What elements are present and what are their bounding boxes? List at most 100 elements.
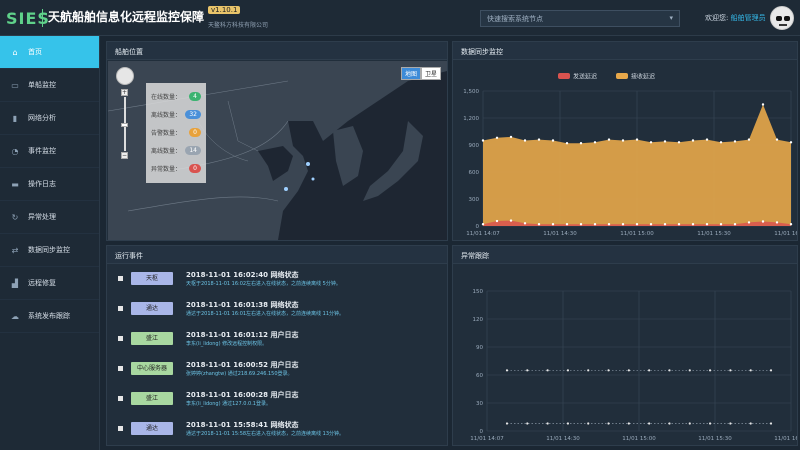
signal-icon: ▟ (11, 278, 19, 288)
sidebar-item-label: 数据同步监控 (28, 246, 70, 254)
app-logo[interactable]: SIES (6, 9, 50, 28)
legend-count-badge: 4 (189, 91, 201, 101)
event-title: 2018-11-01 16:00:52 用户日志 (186, 361, 299, 369)
map-type-option[interactable]: 地图 (400, 67, 421, 80)
event-tag[interactable]: 通达 (131, 302, 173, 315)
sidebar-item-0[interactable]: ⌂ 首页 (0, 36, 99, 69)
series-point (587, 369, 590, 372)
chevron-down-icon: ▾ (669, 14, 673, 22)
map-type-toggle[interactable]: 地图 卫星 (400, 67, 441, 80)
y-tick-label: 0 (476, 224, 480, 230)
sidebar-item-8[interactable]: ☁ 系统发布跟踪 (0, 300, 99, 333)
map-pan-control[interactable] (116, 67, 134, 85)
y-tick-label: 0 (480, 429, 484, 435)
event-title: 2018-11-01 16:01:38 网络状态 (186, 301, 299, 309)
username-link[interactable]: 船舶管理员 (731, 14, 766, 22)
series-point (705, 138, 709, 141)
series-point (481, 139, 485, 142)
sidebar-item-6[interactable]: ⇄ 数据同步监控 (0, 234, 99, 267)
x-tick-label: 11/01 15:30 (698, 436, 732, 442)
event-title: 2018-11-01 15:58:41 网络状态 (186, 421, 299, 429)
series-point (495, 136, 499, 139)
series-point (627, 369, 630, 372)
sidebar-item-3[interactable]: ◔ 事件监控 (0, 135, 99, 168)
event-row[interactable]: 通达 2018-11-01 16:01:38 网络状态 通达于2018-11-01 … (108, 298, 448, 320)
series-point (747, 138, 751, 141)
avatar[interactable] (770, 6, 794, 30)
event-desc: 通达于2018-11-01 15:58左右进入在线状态，之前连续离线 13分钟。 (186, 431, 345, 437)
event-bullet-icon (118, 276, 123, 281)
series-point (668, 369, 671, 372)
series-point (761, 103, 765, 106)
x-tick-label: 11/01 16:00 (774, 231, 797, 237)
series-point (607, 138, 611, 141)
avatar-eye-right (784, 16, 790, 21)
y-tick-label: 150 (473, 289, 484, 295)
zoom-slider-knob[interactable] (121, 123, 128, 127)
series-point (537, 138, 541, 141)
monitor-icon: ▭ (11, 80, 19, 90)
legend-label: 接收延迟 (631, 73, 655, 81)
ship-map[interactable]: + − 地图 卫星 在线数量： 4 离线数量： 32 告警数量： 0 离线数量： 14 异常数量：… (108, 61, 447, 240)
y-tick-label: 600 (469, 170, 480, 176)
series-point (729, 422, 732, 425)
series-point (495, 219, 499, 223)
series-point (566, 369, 570, 372)
event-tag[interactable]: 通达 (131, 422, 173, 435)
map-type-option[interactable]: 卫星 (420, 67, 441, 80)
zoom-in-button[interactable]: + (121, 89, 128, 96)
legend-label: 异常数量： (151, 165, 182, 173)
welcome-text: 欢迎您: 船舶管理员 (705, 13, 766, 23)
sidebar-item-label: 网络分析 (28, 114, 56, 122)
sync-monitor-title: 数据同步监控 (453, 42, 797, 60)
series-point (677, 141, 681, 144)
sidebar-item-5[interactable]: ↻ 异常处理 (0, 201, 99, 234)
event-row[interactable]: 盛江 2018-11-01 16:01:12 用户日志 李东(li_lidong) … (108, 328, 448, 350)
x-tick-label: 11/01 14:30 (546, 436, 580, 442)
event-row[interactable]: 中心服务器 2018-11-01 16:00:52 用户日志 张婷婷(zhangtw… (108, 358, 448, 380)
series-point (789, 141, 793, 144)
anomaly-title: 异常跟踪 (453, 246, 797, 264)
series-point (526, 422, 529, 425)
zoom-out-button[interactable]: − (121, 152, 128, 159)
x-tick-label: 11/01 16:00 (774, 436, 797, 442)
series-point (523, 222, 527, 225)
series-point (587, 422, 590, 425)
series-point (747, 221, 751, 224)
sidebar-item-label: 操作日志 (28, 180, 56, 188)
sidebar-item-2[interactable]: ▮ 网络分析 (0, 102, 99, 135)
event-row[interactable]: 天枢 2018-11-01 16:02:40 网络状态 天枢于2018-11-01 … (108, 268, 448, 290)
event-row[interactable]: 盛江 2018-11-01 16:00:28 用户日志 李东(li_lidong) … (108, 388, 448, 410)
event-desc: 李东(li_lidong) 通过127.0.0.1登录。 (186, 401, 271, 407)
series-point (775, 221, 779, 224)
series-point (691, 223, 695, 226)
top-bar: SIES 天航船舶信息化远程监控保障 v1.10.1 天鳌科方科技有限公司 快速… (0, 0, 800, 36)
cloud-icon: ☁ (11, 311, 19, 321)
series-point (663, 223, 667, 226)
series-point (537, 223, 541, 226)
sidebar-item-1[interactable]: ▭ 单船监控 (0, 69, 99, 102)
legend-row: 离线数量： 32 (151, 105, 201, 123)
y-tick-label: 90 (476, 345, 483, 351)
event-tag[interactable]: 中心服务器 (131, 362, 173, 375)
node-search-select[interactable]: 快速搜索系统节点 ▾ (480, 10, 680, 27)
series-point (546, 422, 549, 425)
event-tag[interactable]: 天枢 (131, 272, 173, 285)
event-tag[interactable]: 盛江 (131, 332, 173, 345)
event-row[interactable]: 通达 2018-11-01 15:58:41 网络状态通达于2018-11-01 … (108, 418, 448, 440)
sidebar-item-7[interactable]: ▟ 远程修复 (0, 267, 99, 300)
series-point (635, 223, 639, 226)
sidebar-item-label: 系统发布跟踪 (28, 312, 70, 320)
series-point (775, 138, 779, 141)
y-tick-label: 1,500 (463, 89, 479, 95)
x-tick-label: 11/01 15:00 (622, 436, 656, 442)
series-point (677, 223, 681, 226)
series-point (688, 369, 691, 372)
sync-chart: 发送延迟 接收延迟 0 300 600 900 1,200 1,500 11/01 14:07 1… (463, 73, 797, 238)
series-point (649, 223, 653, 226)
legend-label: 在线数量： (151, 93, 182, 101)
event-bullet-icon (118, 366, 123, 371)
event-tag[interactable]: 盛江 (131, 392, 173, 405)
sidebar-item-4[interactable]: ▬ 操作日志 (0, 168, 99, 201)
map-zoom-control[interactable]: + − (121, 89, 128, 159)
